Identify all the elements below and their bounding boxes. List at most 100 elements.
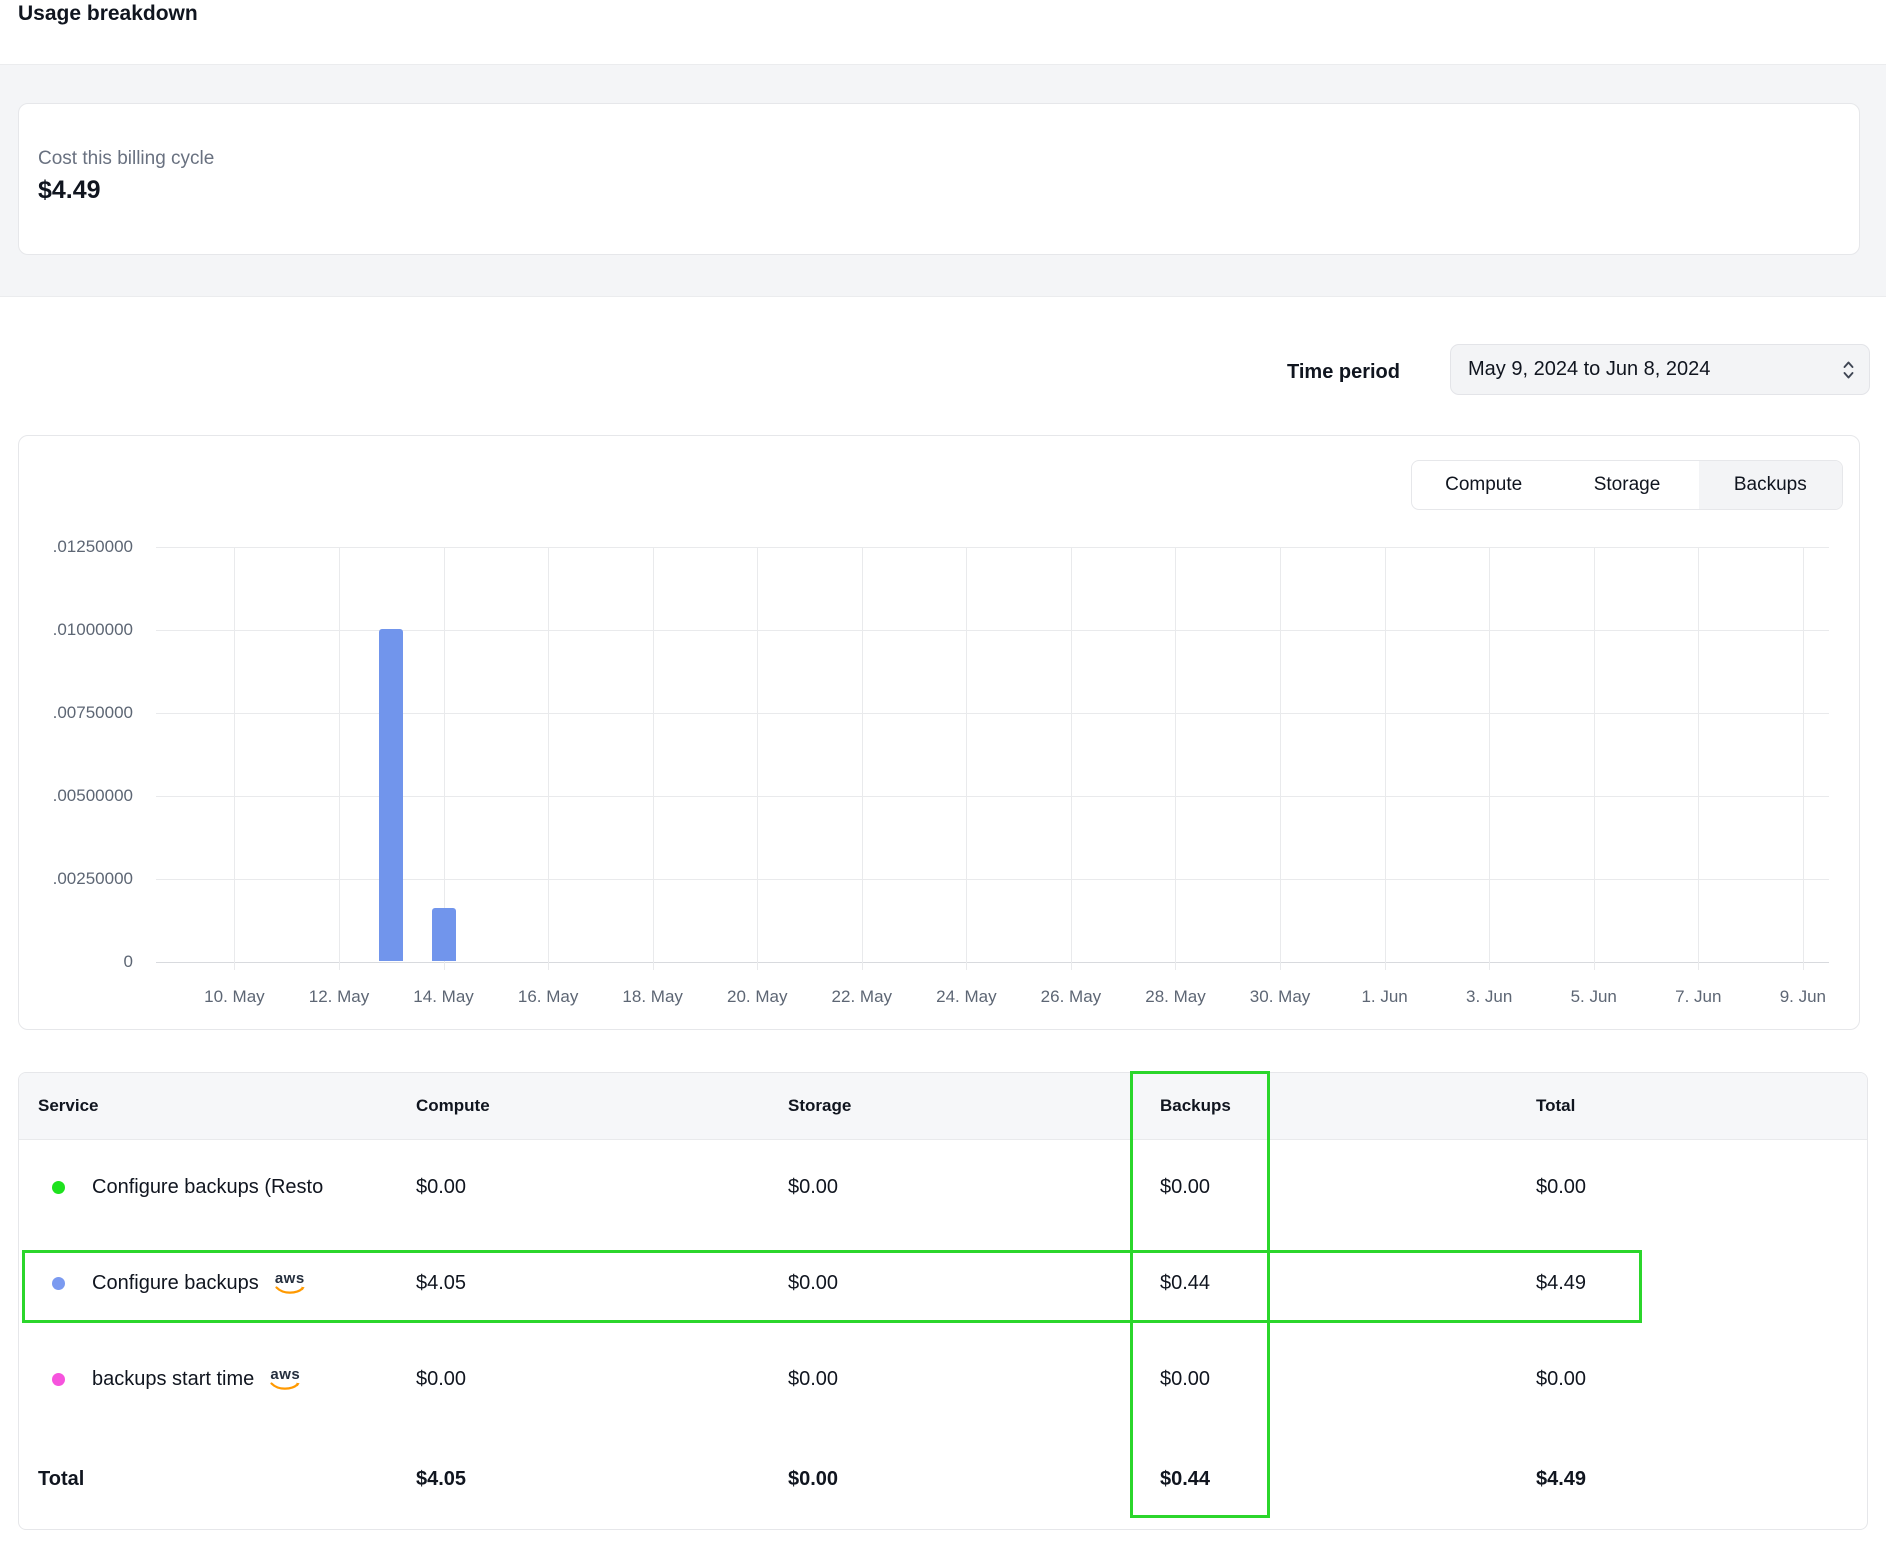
table-header-row: Service Compute Storage Backups Total <box>19 1073 1867 1140</box>
gridline-vertical <box>862 547 863 970</box>
service-color-dot <box>52 1373 65 1386</box>
gridline-horizontal <box>156 796 1829 797</box>
cell-compute: $0.00 <box>416 1139 466 1235</box>
chart-bar[interactable] <box>432 908 456 961</box>
gridline-vertical <box>1803 547 1804 970</box>
chevron-updown-icon <box>1841 358 1856 382</box>
aws-logo-icon: aws <box>270 1367 300 1391</box>
gridline-vertical <box>757 547 758 970</box>
service-label: backups start time <box>92 1368 254 1391</box>
chart-y-axis: .01250000.01000000.00750000.00500000.002… <box>19 547 133 962</box>
gridline-horizontal <box>156 713 1829 714</box>
x-axis-tick-label: 28. May <box>1145 987 1205 1007</box>
bar-chart: 10. May12. May14. May16. May18. May20. M… <box>156 547 1829 962</box>
x-axis-tick-label: 3. Jun <box>1466 987 1512 1007</box>
y-axis-tick-label: .00250000 <box>19 869 133 889</box>
usage-chart-card: ComputeStorageBackups .01250000 .01000000… <box>18 435 1860 1030</box>
time-period-label: Time period <box>1287 361 1400 384</box>
x-axis-tick-label: 16. May <box>518 987 578 1007</box>
service-cell: Configure backups aws <box>52 1235 305 1331</box>
column-header-service: Service <box>38 1073 99 1139</box>
gridline-vertical <box>339 547 340 970</box>
y-axis-tick-label: .01250000 <box>19 537 133 557</box>
gridline-vertical <box>1594 547 1595 970</box>
cell-backups: $0.00 <box>1160 1139 1210 1235</box>
x-axis-tick-label: 30. May <box>1250 987 1310 1007</box>
total-total: $4.49 <box>1536 1427 1586 1530</box>
x-axis-tick-label: 7. Jun <box>1675 987 1721 1007</box>
y-axis-tick-label: .01000000 <box>19 620 133 640</box>
cost-label: Cost this billing cycle <box>38 148 1859 170</box>
gridline-vertical <box>966 547 967 970</box>
tab-backups[interactable]: Backups <box>1699 461 1842 509</box>
x-axis-tick-label: 18. May <box>622 987 682 1007</box>
y-axis-tick-label: 0 <box>19 952 133 972</box>
service-cell: backups start time aws <box>52 1331 300 1427</box>
cell-storage: $0.00 <box>788 1331 838 1427</box>
column-header-storage: Storage <box>788 1073 851 1139</box>
service-color-dot <box>52 1181 65 1194</box>
x-axis-tick-label: 12. May <box>309 987 369 1007</box>
table-row: Configure backups (Resto $0.00 $0.00 $0.00 $… <box>19 1139 1867 1235</box>
total-label: Total <box>38 1427 84 1530</box>
gridline-horizontal <box>156 879 1829 880</box>
cell-compute: $4.05 <box>416 1235 466 1331</box>
cell-total: $4.49 <box>1536 1235 1586 1331</box>
cell-total: $0.00 <box>1536 1139 1586 1235</box>
gridline-vertical <box>1698 547 1699 970</box>
gridline-vertical <box>548 547 549 970</box>
tab-compute[interactable]: Compute <box>1412 461 1555 509</box>
gridline-vertical <box>653 547 654 970</box>
cost-card: Cost this billing cycle $4.49 <box>18 103 1860 255</box>
x-axis-tick-label: 10. May <box>204 987 264 1007</box>
gridline-vertical <box>444 547 445 970</box>
x-axis-tick-label: 20. May <box>727 987 787 1007</box>
gridline-vertical <box>1385 547 1386 970</box>
cell-backups: $0.00 <box>1160 1331 1210 1427</box>
y-axis-tick-label: .00500000 <box>19 786 133 806</box>
gridline-vertical <box>1175 547 1176 970</box>
gridline-horizontal <box>156 547 1829 548</box>
tab-storage[interactable]: Storage <box>1555 461 1698 509</box>
cell-storage: $0.00 <box>788 1235 838 1331</box>
x-axis-tick-label: 1. Jun <box>1361 987 1407 1007</box>
x-axis-tick-label: 22. May <box>832 987 892 1007</box>
x-axis-tick-label: 5. Jun <box>1571 987 1617 1007</box>
x-axis-tick-label: 9. Jun <box>1780 987 1826 1007</box>
table-total-row: Total $4.05 $0.00 $0.44 $4.49 <box>19 1427 1867 1530</box>
x-axis-tick-label: 14. May <box>413 987 473 1007</box>
column-header-backups: Backups <box>1160 1073 1231 1139</box>
aws-logo-icon: aws <box>275 1271 305 1295</box>
table-row: Configure backups aws $4.05 $0.00 $0.44 $4.… <box>19 1235 1867 1331</box>
cost-value: $4.49 <box>38 176 1859 205</box>
usage-table: Service Compute Storage Backups Total Config… <box>18 1072 1868 1530</box>
service-color-dot <box>52 1277 65 1290</box>
service-label: Configure backups <box>92 1272 259 1295</box>
total-storage: $0.00 <box>788 1427 838 1530</box>
page-title: Usage breakdown <box>18 2 198 26</box>
cell-backups: $0.44 <box>1160 1235 1210 1331</box>
chart-bar[interactable] <box>379 629 403 961</box>
column-header-compute: Compute <box>416 1073 490 1139</box>
gridline-vertical <box>1280 547 1281 970</box>
usage-breakdown-page: Usage breakdown Cost this billing cycle … <box>0 0 1886 1548</box>
gridline-vertical <box>1071 547 1072 970</box>
service-label: Configure backups (Resto <box>92 1176 323 1199</box>
table-row: backups start time aws $0.00 $0.00 $0.00 $0… <box>19 1331 1867 1427</box>
total-backups: $0.44 <box>1160 1427 1210 1530</box>
y-axis-tick-label: .00750000 <box>19 703 133 723</box>
total-compute: $4.05 <box>416 1427 466 1530</box>
time-period-select[interactable]: May 9, 2024 to Jun 8, 2024 <box>1450 344 1870 395</box>
cell-storage: $0.00 <box>788 1139 838 1235</box>
time-period-value: May 9, 2024 to Jun 8, 2024 <box>1468 358 1710 381</box>
cell-compute: $0.00 <box>416 1331 466 1427</box>
x-axis-tick-label: 24. May <box>936 987 996 1007</box>
cell-total: $0.00 <box>1536 1331 1586 1427</box>
service-cell: Configure backups (Resto <box>52 1139 323 1235</box>
x-axis-tick-label: 26. May <box>1041 987 1101 1007</box>
column-header-total: Total <box>1536 1073 1575 1139</box>
gridline-horizontal <box>156 630 1829 631</box>
billing-summary-band: Cost this billing cycle $4.49 <box>0 64 1886 297</box>
gridline-horizontal <box>156 962 1829 963</box>
chart-metric-tabs: ComputeStorageBackups <box>1411 460 1843 510</box>
